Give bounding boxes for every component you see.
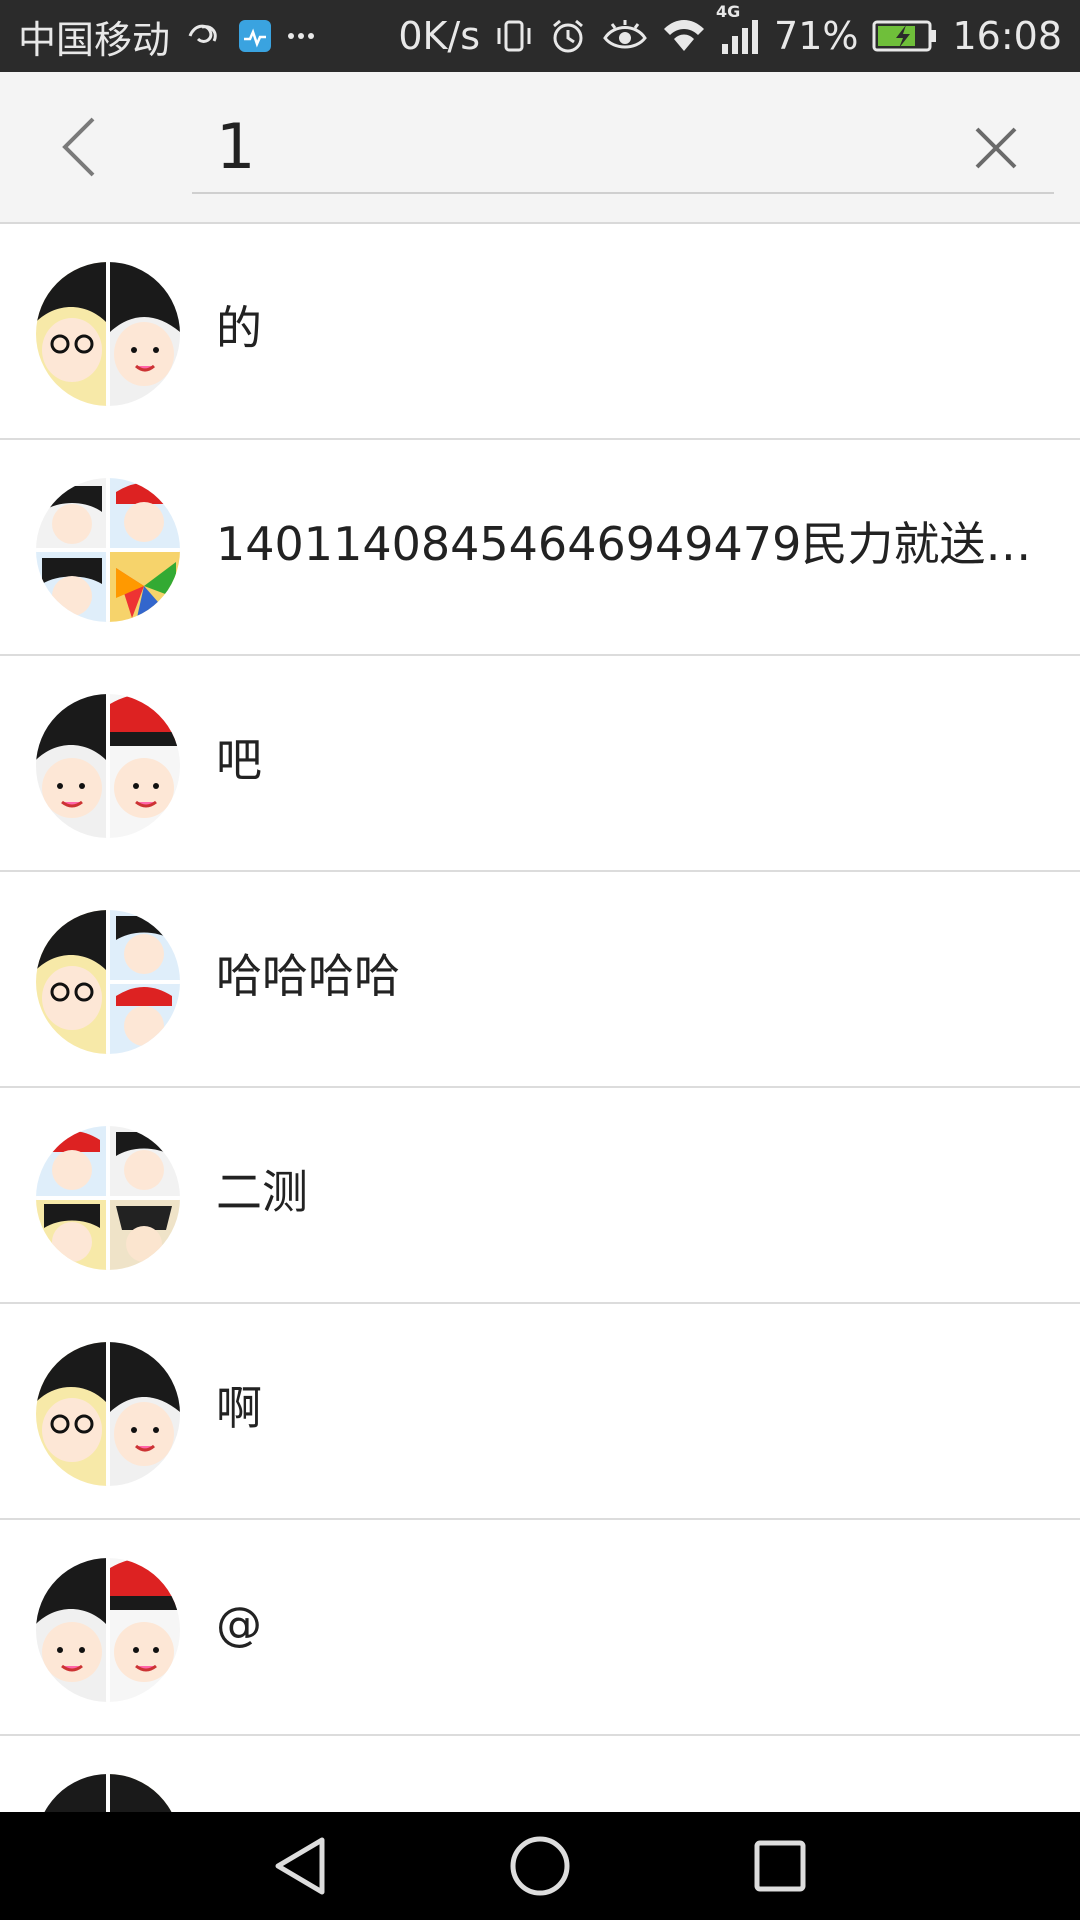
avatar — [36, 1342, 180, 1486]
list-item[interactable] — [0, 1736, 1080, 1812]
avatar — [36, 694, 180, 838]
result-title: 吧 — [216, 733, 262, 787]
alarm-icon — [548, 16, 588, 56]
battery-charging-icon — [872, 19, 938, 53]
list-item[interactable]: 二测 — [0, 1088, 1080, 1304]
more-dots-icon — [286, 19, 316, 53]
avatar — [36, 1126, 180, 1270]
eye-icon — [602, 16, 648, 56]
search-query-text: 1 — [216, 110, 256, 183]
status-bar: 中国移动 0K/s 4G 71% 16:08 — [0, 0, 1080, 72]
back-button[interactable] — [44, 112, 114, 182]
close-icon — [975, 127, 1017, 169]
search-input[interactable]: 1 — [192, 98, 1054, 194]
signal-icon: 4G — [716, 2, 760, 56]
list-item[interactable]: 哈哈哈哈 — [0, 872, 1080, 1088]
carrier-label: 中国移动 — [18, 17, 171, 62]
search-header: 1 — [0, 72, 1080, 224]
result-title: 的 — [216, 301, 262, 355]
result-title: 啊 — [216, 1381, 262, 1435]
chevron-left-icon — [62, 117, 95, 177]
list-item[interactable]: @ — [0, 1520, 1080, 1736]
circle-home-icon — [510, 1836, 570, 1896]
list-item[interactable]: 吧 — [0, 656, 1080, 872]
nav-home-button[interactable] — [495, 1821, 585, 1911]
search-results-list: 的 14011408454646949479民力就送你... 吧 哈哈哈哈 二测… — [0, 224, 1080, 1812]
health-app-icon — [238, 19, 272, 53]
avatar — [36, 262, 180, 406]
system-navigation-bar — [0, 1812, 1080, 1920]
result-title: @ — [216, 1597, 262, 1651]
avatar — [36, 478, 180, 622]
pinwheel-icon — [184, 19, 224, 53]
list-item[interactable]: 14011408454646949479民力就送你... — [0, 440, 1080, 656]
avatar — [36, 1774, 180, 1812]
triangle-back-icon — [275, 1837, 325, 1895]
network-type-label: 4G — [716, 2, 741, 21]
result-title: 14011408454646949479民力就送你... — [216, 517, 1032, 571]
result-title: 哈哈哈哈 — [216, 949, 400, 1003]
list-item[interactable]: 的 — [0, 224, 1080, 440]
avatar — [36, 910, 180, 1054]
status-bar-right: 0K/s 4G 71% 16:08 — [398, 2, 1062, 58]
avatar — [36, 1558, 180, 1702]
battery-percent: 71% — [774, 14, 859, 58]
square-recents-icon — [754, 1840, 806, 1892]
list-item[interactable]: 啊 — [0, 1304, 1080, 1520]
clock: 16:08 — [952, 14, 1062, 58]
status-bar-left: 中国移动 — [18, 9, 316, 64]
vibrate-icon — [494, 16, 534, 56]
nav-recents-button[interactable] — [735, 1821, 825, 1911]
nav-back-button[interactable] — [255, 1821, 345, 1911]
result-title: 二测 — [216, 1165, 308, 1219]
network-speed: 0K/s — [398, 14, 481, 58]
wifi-icon — [662, 17, 706, 55]
clear-search-button[interactable] — [966, 118, 1026, 178]
